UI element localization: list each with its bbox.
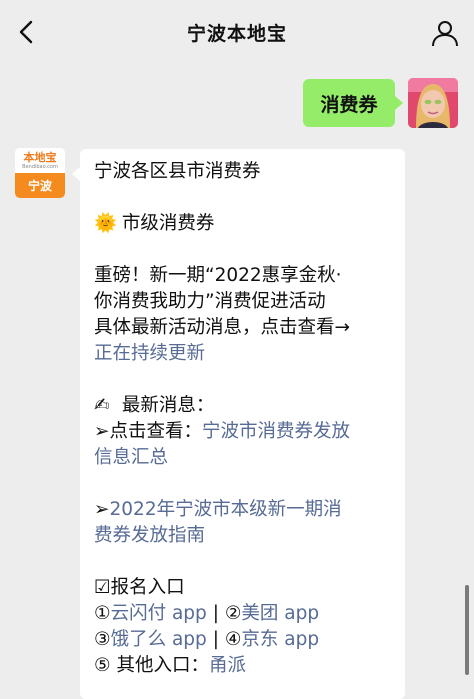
chat-title: 宁波本地宝 [186, 22, 287, 45]
account-brand: 本地宝 [23, 150, 57, 164]
entry-num-2: ② [224, 603, 242, 624]
voucher-info-link[interactable]: 宁波市消费券发放 [202, 421, 350, 442]
entry-num-4: ④ [224, 629, 242, 650]
news-title: ✍ 最新消息： [94, 393, 393, 419]
message-heading: 宁波各区县市消费券 [94, 161, 261, 182]
promo-text-line-3: 具体最新活动消息，点击查看→ [94, 317, 351, 338]
entry-row-2: ③饿了么 app | ④京东 app [94, 627, 393, 653]
jd-app-link[interactable]: 京东 app [241, 629, 319, 650]
entry-separator: | [206, 603, 225, 624]
nav-bar: 宁波本地宝 [0, 0, 474, 64]
incoming-message-bubble: 宁波各区县市消费券 🌞 市级消费券 重磅！新一期“2022惠享金秋· 你消费我助… [72, 149, 405, 699]
sun-icon: 🌞 [94, 213, 118, 234]
voucher-info-link-cont[interactable]: 信息汇总 [94, 447, 168, 468]
eleme-app-link[interactable]: 饿了么 app [111, 629, 207, 650]
profile-icon[interactable] [430, 18, 460, 48]
guide-item: ➢2022年宁波市本级新一期消 [94, 497, 393, 523]
guide-link-cont[interactable]: 费券发放指南 [94, 525, 205, 546]
account-avatar[interactable]: 本地宝 Bendibao.com 宁波 [15, 148, 65, 198]
user-avatar[interactable] [408, 78, 458, 128]
back-arrow-icon[interactable] [14, 18, 42, 46]
news-title-label: 最新消息： [116, 395, 215, 416]
entry-other-label: ⑤ 其他入口： [94, 655, 209, 676]
entry-row-1: ①云闪付 app | ②美团 app [94, 601, 393, 627]
writing-hand-icon: ✍ [94, 395, 110, 416]
section-city-title: 🌞 市级消费券 [94, 211, 393, 237]
scrollbar[interactable] [465, 585, 469, 675]
yongpai-link[interactable]: 甬派 [209, 655, 246, 676]
guide-arrow: ➢ [94, 499, 110, 520]
guide-link[interactable]: 2022年宁波市本级新一期消 [110, 499, 342, 520]
entry-separator: | [206, 629, 225, 650]
promo-text-line-1: 重磅！新一期“2022惠享金秋· [94, 265, 342, 286]
user-avatar-image [408, 78, 458, 128]
signup-title: ☑报名入口 [94, 577, 185, 598]
outgoing-message-bubble[interactable]: 消费券 [303, 79, 403, 127]
entry-num-1: ① [94, 603, 111, 624]
outgoing-message-text: 消费券 [320, 93, 378, 116]
meituan-app-link[interactable]: 美团 app [241, 603, 319, 624]
section-city-label: 市级消费券 [121, 213, 215, 234]
entry-num-3: ③ [94, 629, 111, 650]
unionpay-app-link[interactable]: 云闪付 app [111, 603, 207, 624]
news-item: ➢点击查看：宁波市消费券发放 [94, 419, 393, 445]
account-domain: Bendibao.com [22, 163, 58, 170]
entry-row-3: ⑤ 其他入口：甬派 [94, 653, 393, 679]
account-city: 宁波 [15, 173, 65, 198]
promo-text-line-2: 你消费我助力”消费促进活动 [94, 291, 326, 312]
news-prefix: ➢点击查看： [94, 421, 203, 442]
updating-link[interactable]: 正在持续更新 [94, 343, 205, 364]
